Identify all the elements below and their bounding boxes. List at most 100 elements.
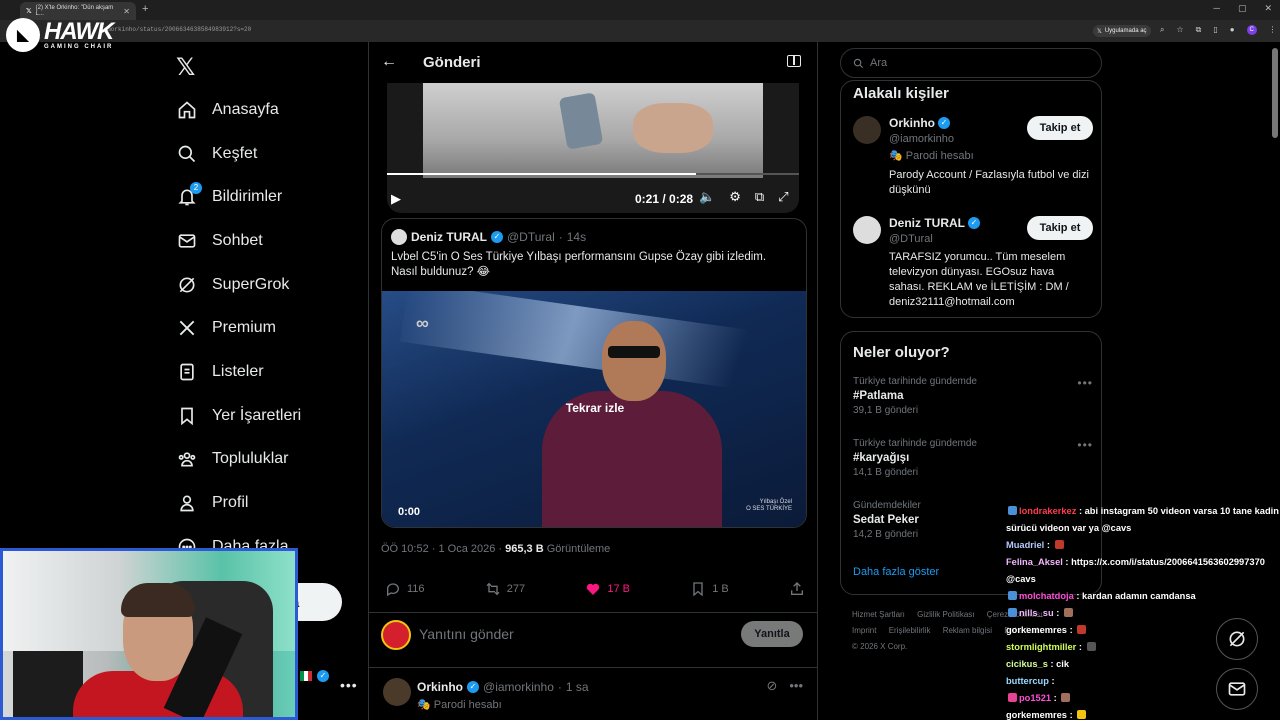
nav-label: Sohbet bbox=[212, 231, 263, 249]
tweet-actions: 116 277 17 B 1 B bbox=[385, 581, 805, 597]
play-icon[interactable]: ▶ bbox=[391, 191, 401, 207]
show-more-link[interactable]: Daha fazla göster bbox=[853, 566, 939, 578]
follow-button[interactable]: Takip et bbox=[1027, 216, 1093, 240]
minimize-icon[interactable]: ─ bbox=[1214, 3, 1220, 14]
list-icon bbox=[176, 361, 198, 383]
extension-dot-icon[interactable]: ● bbox=[1230, 25, 1235, 35]
footer-link[interactable]: Reklam bilgisi bbox=[943, 626, 992, 635]
grok-icon bbox=[1229, 631, 1245, 647]
grok-icon[interactable]: ⊘ bbox=[766, 678, 777, 694]
chat-text: : kardan adamın camdansa bbox=[1073, 591, 1196, 601]
reply-composer: Yanıtını gönder Yanıtla bbox=[369, 612, 817, 668]
related-person[interactable]: Deniz TURAL ✓ @DTural TARAFSIZ yorumcu.. … bbox=[853, 216, 1093, 316]
more-icon[interactable]: ••• bbox=[1077, 376, 1093, 390]
profile-avatar-icon[interactable]: C bbox=[1246, 25, 1257, 35]
chat-username: gorkememres bbox=[1006, 625, 1067, 635]
like-action[interactable]: 17 B bbox=[585, 581, 630, 597]
nav-item-bookmarks[interactable]: Yer İşaretleri bbox=[176, 394, 301, 438]
browser-menu-icon[interactable]: ⋮ bbox=[1269, 25, 1277, 35]
nav-item-premium[interactable]: Premium bbox=[176, 306, 301, 350]
bookmark-action[interactable]: 1 B bbox=[690, 581, 729, 597]
quoted-tweet[interactable]: Deniz TURAL ✓ @DTural · 14s Lvbel C5'in … bbox=[381, 218, 807, 528]
volume-icon[interactable]: 🔈 bbox=[699, 189, 715, 205]
footer-link[interactable]: Gizlilik Politikası bbox=[917, 610, 974, 619]
nav-item-explore[interactable]: Keşfet bbox=[176, 132, 301, 176]
footer-link[interactable]: Erişilebilirlik bbox=[889, 626, 931, 635]
footer-link[interactable]: Hizmet Şartları bbox=[852, 610, 905, 619]
repost-icon bbox=[486, 582, 500, 596]
video-progress-bar[interactable] bbox=[387, 173, 799, 175]
zoom-icon[interactable]: ⌕ bbox=[1160, 25, 1164, 35]
x-premium-icon bbox=[176, 317, 198, 339]
reader-mode-icon[interactable] bbox=[787, 55, 801, 67]
bookmark-icon bbox=[176, 405, 198, 427]
reply-tweet[interactable]: Orkinho ✓ @iamorkinho · 1 sa 🎭 Parodi he… bbox=[369, 670, 817, 720]
reply-author-name[interactable]: Orkinho bbox=[417, 680, 463, 694]
nav-item-messages[interactable]: Sohbet bbox=[176, 219, 301, 263]
nav-item-profile[interactable]: Profil bbox=[176, 481, 301, 525]
nav-item-communities[interactable]: Topluluklar bbox=[176, 438, 301, 482]
avatar[interactable] bbox=[383, 678, 411, 706]
sidebar-icon[interactable]: ▯ bbox=[1213, 25, 1217, 35]
trend-item[interactable]: Türkiye tarihinde gündemde #karyağışı 14… bbox=[853, 438, 1093, 478]
more-icon[interactable]: ••• bbox=[1077, 438, 1093, 452]
bookmark-star-icon[interactable]: ☆ bbox=[1176, 25, 1183, 35]
url-text[interactable]: iamorkinho/status/2006634638584983912?s=… bbox=[100, 26, 251, 33]
chat-username: cicikus_s bbox=[1006, 659, 1048, 669]
browser-toolbar-icons: ⌕ ☆ ⧉ ▯ ● C ⋮ bbox=[1160, 25, 1277, 35]
search-input[interactable]: Ara bbox=[840, 48, 1102, 78]
chat-badge-icon bbox=[1008, 693, 1017, 702]
extensions-icon[interactable]: ⧉ bbox=[1196, 25, 1202, 35]
quoted-tweet-text: Lvbel C5'in O Ses Türkiye Yılbaşı perfor… bbox=[391, 251, 767, 278]
avatar[interactable] bbox=[391, 229, 407, 245]
x-favicon-icon: 𝕏 bbox=[26, 8, 32, 15]
fullscreen-icon[interactable]: ⤢ bbox=[778, 189, 788, 205]
replay-button[interactable]: Tekrar izle bbox=[382, 401, 806, 415]
parody-mask-icon: 🎭 bbox=[889, 150, 903, 162]
nav-item-lists[interactable]: Listeler bbox=[176, 350, 301, 394]
nav-label: Listeler bbox=[212, 362, 264, 380]
avatar[interactable] bbox=[853, 116, 881, 144]
person-name[interactable]: Orkinho bbox=[889, 116, 935, 130]
nav-item-notifications[interactable]: 2 Bildirimler bbox=[176, 175, 301, 219]
related-person[interactable]: Orkinho ✓ @iamorkinho 🎭 Parodi hesabı Par… bbox=[853, 116, 1093, 206]
open-in-app-button[interactable]: 𝕏 Uygulamada aç bbox=[1093, 25, 1151, 37]
nav-item-home[interactable]: Anasayfa bbox=[176, 88, 301, 132]
avatar[interactable] bbox=[853, 216, 881, 244]
settings-gear-icon[interactable]: ⚙ bbox=[729, 189, 741, 205]
reply-action[interactable]: 116 bbox=[385, 581, 425, 597]
pip-icon[interactable]: ⧉ bbox=[755, 189, 764, 205]
share-action[interactable] bbox=[789, 581, 805, 597]
window-close-icon[interactable]: ✕ bbox=[1264, 3, 1272, 14]
person-name[interactable]: Deniz TURAL bbox=[889, 216, 965, 230]
nav-item-supergrok[interactable]: SuperGrok bbox=[176, 263, 301, 307]
emote-icon bbox=[1077, 625, 1087, 634]
maximize-icon[interactable]: ▢ bbox=[1238, 3, 1247, 14]
back-arrow-icon[interactable]: ← bbox=[381, 53, 397, 71]
verified-icon: ✓ bbox=[938, 117, 951, 129]
new-tab-icon[interactable]: + bbox=[142, 3, 148, 15]
account-more-icon[interactable]: ••• bbox=[340, 677, 358, 693]
page-header: ← Gönderi bbox=[369, 42, 817, 82]
nav-label: SuperGrok bbox=[212, 275, 290, 293]
nav-label: Premium bbox=[212, 319, 277, 337]
x-logo-icon[interactable]: 𝕏 bbox=[176, 53, 195, 82]
footer-link[interactable]: Imprint bbox=[852, 626, 876, 635]
quoted-video[interactable]: ∞ Tekrar izle 0:00 Yılbaşı Özel O SES TÜ… bbox=[382, 291, 806, 527]
trend-item[interactable]: Türkiye tarihinde gündemde #Patlama 39,1… bbox=[853, 376, 1093, 416]
search-placeholder: Ara bbox=[870, 57, 888, 69]
page-scrollbar[interactable] bbox=[1272, 48, 1278, 138]
reply-button[interactable]: Yanıtla bbox=[741, 621, 803, 647]
chat-text: : bbox=[1066, 625, 1076, 635]
chat-username: Felina_Aksel bbox=[1006, 557, 1063, 567]
trend-category: Türkiye tarihinde gündemde bbox=[853, 376, 977, 387]
quoted-author-name[interactable]: Deniz TURAL bbox=[411, 230, 487, 244]
heart-icon bbox=[587, 583, 600, 595]
reply-input[interactable]: Yanıtını gönder bbox=[419, 626, 514, 642]
follow-button[interactable]: Takip et bbox=[1027, 116, 1093, 140]
grok-fab-button[interactable] bbox=[1216, 618, 1258, 660]
tab-close-icon[interactable]: ✕ bbox=[123, 7, 130, 16]
repost-action[interactable]: 277 bbox=[485, 581, 525, 597]
messages-fab-button[interactable] bbox=[1216, 668, 1258, 710]
more-icon[interactable]: ••• bbox=[789, 678, 803, 694]
